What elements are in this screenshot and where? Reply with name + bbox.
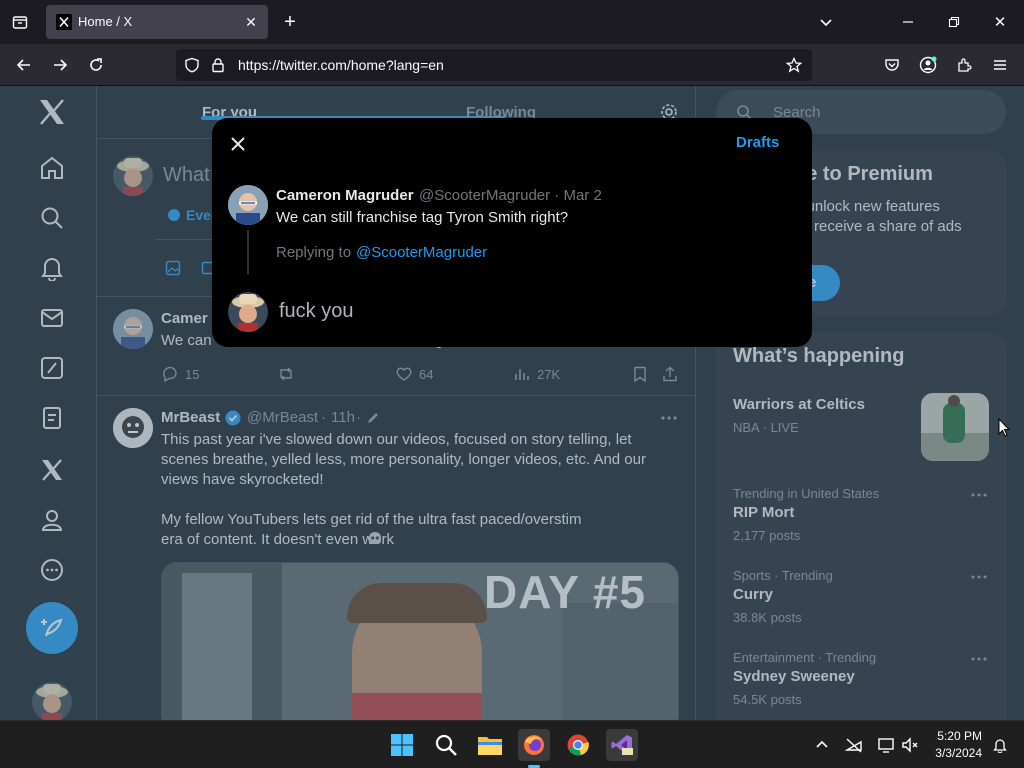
- forward-icon[interactable]: [48, 53, 72, 77]
- close-modal-icon[interactable]: [226, 132, 250, 156]
- extensions-icon[interactable]: [952, 53, 976, 77]
- original-author-name[interactable]: Cameron Magruder: [276, 187, 414, 204]
- tab-title: Home / X: [78, 14, 133, 29]
- list-all-tabs-icon[interactable]: [814, 10, 838, 34]
- minimize-window-icon[interactable]: [896, 10, 920, 34]
- shield-icon[interactable]: [184, 57, 200, 73]
- lock-icon[interactable]: [210, 57, 226, 73]
- reload-icon[interactable]: [84, 53, 108, 77]
- restore-window-icon[interactable]: [942, 10, 966, 34]
- reply-text-input[interactable]: fuck you: [279, 300, 353, 323]
- notifications-icon[interactable]: [984, 729, 1016, 761]
- replying-to-label: Replying to: [276, 244, 352, 261]
- chrome-taskbar-icon[interactable]: [562, 729, 594, 761]
- file-explorer-icon[interactable]: [474, 729, 506, 761]
- tab-list-icon[interactable]: [8, 10, 32, 34]
- taskbar-time[interactable]: 5:20 PM: [930, 729, 982, 743]
- close-tab-icon[interactable]: ✕: [242, 13, 260, 31]
- close-window-icon[interactable]: ✕: [988, 10, 1012, 34]
- replying-to-handle[interactable]: @ScooterMagruder: [356, 244, 487, 261]
- original-tweet-avatar[interactable]: [228, 185, 268, 225]
- network-off-icon[interactable]: [838, 729, 870, 761]
- firefox-taskbar-icon[interactable]: [518, 729, 550, 768]
- back-icon[interactable]: [12, 53, 36, 77]
- windows-start-icon[interactable]: [386, 729, 418, 761]
- windows-taskbar: 5:20 PM 3/3/2024: [0, 720, 1024, 768]
- reply-author-avatar: [228, 292, 268, 332]
- browser-nav-bar: https://twitter.com/home?lang=en: [0, 44, 1024, 86]
- browser-tab-home[interactable]: Home / X ✕: [46, 5, 268, 39]
- new-tab-icon[interactable]: +: [278, 10, 302, 34]
- url-bar[interactable]: https://twitter.com/home?lang=en: [176, 49, 812, 81]
- bookmark-star-icon[interactable]: [785, 56, 803, 73]
- taskbar-search-icon[interactable]: [430, 729, 462, 761]
- account-icon[interactable]: [916, 53, 940, 77]
- original-tweet-text: We can still franchise tag Tyron Smith r…: [276, 209, 569, 226]
- volume-muted-icon[interactable]: [894, 729, 926, 761]
- browser-tab-bar: Home / X ✕ + ✕: [0, 0, 1024, 44]
- x-favicon-icon: [56, 14, 72, 30]
- menu-icon[interactable]: [988, 53, 1012, 77]
- original-handle-time[interactable]: @ScooterMagruder · Mar 2: [419, 187, 602, 204]
- drafts-button[interactable]: Drafts: [736, 134, 779, 151]
- pocket-icon[interactable]: [880, 53, 904, 77]
- taskbar-date[interactable]: 3/3/2024: [930, 746, 982, 760]
- thread-line: [247, 230, 249, 274]
- visual-studio-icon[interactable]: [606, 729, 638, 761]
- mouse-cursor-icon: [998, 417, 1011, 438]
- url-text[interactable]: https://twitter.com/home?lang=en: [238, 57, 444, 73]
- show-hidden-icons-chevron[interactable]: [806, 729, 838, 761]
- reply-modal: Drafts Cameron Magruder @ScooterMagruder…: [212, 118, 812, 347]
